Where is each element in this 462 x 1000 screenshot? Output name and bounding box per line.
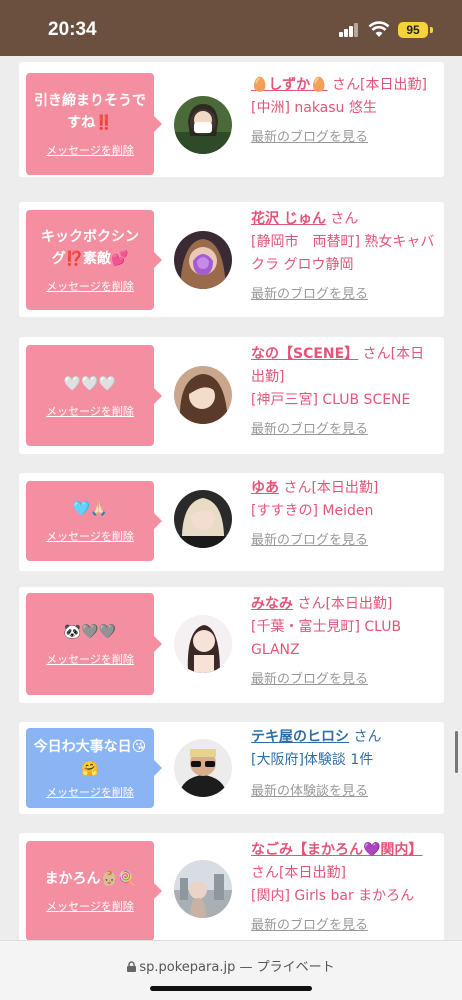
avatar[interactable]: [174, 96, 232, 154]
delete-message-link[interactable]: メッセージを削除: [46, 784, 134, 800]
url-display[interactable]: sp.pokepara.jp — プライベート: [0, 956, 462, 975]
honorific: さん: [362, 346, 391, 362]
lock-icon: [127, 961, 137, 972]
latest-blog-link[interactable]: 最新のブログを見る: [251, 668, 436, 691]
message-card: 🩵🙏🏻 メッセージを削除 ゆあ さん[本日出勤] [すすきの] Meiden 最…: [19, 473, 444, 571]
message-text: 引き締まりそうですね‼️: [34, 93, 146, 131]
honorific: さん: [332, 77, 361, 93]
delete-message-link[interactable]: メッセージを削除: [46, 898, 134, 914]
honorific: さん: [330, 211, 359, 227]
honorific: さん: [283, 480, 312, 496]
privacy-label: — プライベート: [239, 960, 335, 975]
girl-name-link[interactable]: なの【SCENE】: [251, 346, 358, 362]
shop-info: [中洲] nakasu 悠生: [251, 100, 377, 116]
latest-blog-link[interactable]: 最新のブログを見る: [251, 126, 436, 149]
url-text: sp.pokepara.jp: [139, 960, 236, 975]
scrollbar[interactable]: [455, 731, 458, 773]
attendance-tag: [本日出勤]: [325, 596, 393, 612]
honorific: さん: [251, 865, 279, 881]
shop-info: [静岡市 両替町] 熟女キャバクラ グロウ静岡: [251, 234, 435, 273]
girl-name-link[interactable]: ゆあ: [251, 480, 279, 496]
message-text: 🩵🙏🏻: [72, 501, 108, 517]
latest-blog-link[interactable]: 最新のブログを見る: [251, 914, 436, 937]
avatar[interactable]: [174, 860, 232, 918]
battery-tip: [430, 27, 433, 33]
message-card: 今日わ大事な日😘🤗 メッセージを削除 テキ屋のヒロシ さん [大阪府]体験談 1…: [19, 722, 444, 814]
reviewer-name-link[interactable]: テキ屋のヒロシ: [251, 729, 349, 745]
wifi-icon: [368, 21, 390, 37]
battery-indicator: 95: [398, 22, 428, 38]
message-bubble: キックボクシング⁉️素敵💕 メッセージを削除: [26, 210, 162, 310]
message-text: 🤍🤍🤍: [63, 375, 117, 392]
shop-info: [千葉・富士見町] CLUB GLANZ: [251, 619, 402, 658]
delete-message-link[interactable]: メッセージを削除: [46, 528, 134, 544]
review-count: [大阪府]体験談 1件: [251, 752, 374, 768]
message-text: 🐼🩶🩶: [63, 624, 117, 640]
attendance-tag: [本日出勤]: [311, 480, 379, 496]
attendance-tag: [本日出勤]: [279, 865, 346, 881]
latest-blog-link[interactable]: 最新のブログを見る: [251, 418, 436, 441]
message-text: 今日わ大事な日😘🤗: [33, 739, 147, 777]
reviewer-info: テキ屋のヒロシ さん [大阪府]体験談 1件 最新の体験談を見る: [251, 726, 436, 803]
girl-info: 🥚しずか🥚 さん[本日出勤] [中洲] nakasu 悠生 最新のブログを見る: [251, 74, 436, 149]
girl-info: みなみ さん[本日出勤] [千葉・富士見町] CLUB GLANZ 最新のブログ…: [251, 593, 436, 691]
girl-info: 花沢 じゅん さん [静岡市 両替町] 熟女キャバクラ グロウ静岡 最新のブログ…: [251, 208, 436, 306]
browser-address-bar[interactable]: sp.pokepara.jp — プライベート: [0, 940, 462, 1000]
cellular-signal-icon: [339, 23, 359, 37]
message-card: まかろん👶🏼🍭 メッセージを削除 なごみ【まかろん💜関内】 さん[本日出勤] […: [19, 833, 444, 940]
girl-name-link[interactable]: なごみ【まかろん💜関内】: [251, 842, 422, 858]
message-bubble: まかろん👶🏼🍭 メッセージを削除: [26, 841, 162, 940]
message-card: キックボクシング⁉️素敵💕 メッセージを削除 花沢 じゅん さん [静岡市 両替…: [19, 202, 444, 317]
attendance-tag: [本日出勤]: [360, 77, 427, 93]
girl-name-link[interactable]: 🥚しずか🥚: [251, 77, 328, 93]
message-bubble: 今日わ大事な日😘🤗 メッセージを削除: [26, 728, 162, 808]
latest-blog-link[interactable]: 最新のブログを見る: [251, 283, 436, 306]
latest-blog-link[interactable]: 最新のブログを見る: [251, 529, 436, 552]
message-bubble: 🤍🤍🤍 メッセージを削除: [26, 345, 162, 446]
message-text: キックボクシング⁉️素敵💕: [41, 229, 139, 267]
message-card: 🤍🤍🤍 メッセージを削除 なの【SCENE】 さん[本日出勤] [神戸三宮] C…: [19, 337, 444, 454]
message-list: 引き締まりそうですね‼️ メッセージを削除 🥚しずか🥚 さん[本日出勤] [中洲…: [0, 56, 462, 940]
shop-info: [すすきの] Meiden: [251, 503, 374, 519]
shop-info: [関内] Girls bar まかろん: [251, 888, 415, 904]
latest-review-link[interactable]: 最新の体験談を見る: [251, 780, 436, 803]
girl-info: なの【SCENE】 さん[本日出勤] [神戸三宮] CLUB SCENE 最新の…: [251, 343, 436, 441]
message-text: まかろん👶🏼🍭: [44, 871, 136, 887]
honorific: さん: [297, 596, 326, 612]
honorific: さん: [353, 729, 382, 745]
message-bubble: 🐼🩶🩶 メッセージを削除: [26, 593, 162, 695]
avatar[interactable]: [174, 739, 232, 797]
delete-message-link[interactable]: メッセージを削除: [46, 403, 134, 419]
girl-name-link[interactable]: みなみ: [251, 596, 293, 612]
delete-message-link[interactable]: メッセージを削除: [46, 278, 134, 294]
message-card: 引き締まりそうですね‼️ メッセージを削除 🥚しずか🥚 さん[本日出勤] [中洲…: [19, 62, 444, 177]
girl-info: なごみ【まかろん💜関内】 さん[本日出勤] [関内] Girls bar まかろ…: [251, 839, 436, 937]
message-bubble: 🩵🙏🏻 メッセージを削除: [26, 481, 162, 561]
message-bubble: 引き締まりそうですね‼️ メッセージを削除: [26, 73, 162, 175]
girl-info: ゆあ さん[本日出勤] [すすきの] Meiden 最新のブログを見る: [251, 477, 436, 552]
message-card: 🐼🩶🩶 メッセージを削除 みなみ さん[本日出勤] [千葉・富士見町] CLUB…: [19, 587, 444, 703]
home-indicator[interactable]: [150, 986, 312, 991]
delete-message-link[interactable]: メッセージを削除: [46, 651, 134, 667]
shop-info: [神戸三宮] CLUB SCENE: [251, 392, 411, 408]
girl-name-link[interactable]: 花沢 じゅん: [251, 211, 326, 227]
avatar[interactable]: [174, 615, 232, 673]
status-bar: 20:34 95: [0, 0, 462, 56]
avatar[interactable]: [174, 490, 232, 548]
avatar[interactable]: [174, 366, 232, 424]
avatar[interactable]: [174, 231, 232, 289]
delete-message-link[interactable]: メッセージを削除: [46, 142, 134, 158]
status-time: 20:34: [48, 19, 97, 40]
